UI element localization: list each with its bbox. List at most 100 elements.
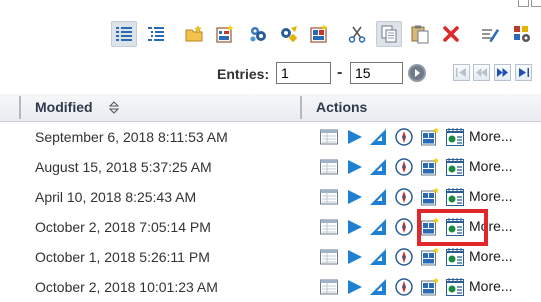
view-history-button[interactable] xyxy=(394,187,414,207)
more-actions-link[interactable]: More... xyxy=(469,128,513,144)
copy-button[interactable] xyxy=(376,21,402,47)
sort-icon[interactable] xyxy=(109,101,119,114)
add-to-dashboard-icon xyxy=(421,157,439,176)
table-row: August 15, 2018 5:37:25 AM More... xyxy=(0,152,541,182)
modified-date: October 2, 2018 7:05:14 PM xyxy=(35,219,211,235)
add-to-dashboard-button[interactable] xyxy=(420,187,440,207)
run-icon xyxy=(348,250,362,264)
view-history-button[interactable] xyxy=(394,157,414,177)
run-button[interactable] xyxy=(345,247,365,267)
run-button[interactable] xyxy=(345,157,365,177)
run-with-options-button[interactable] xyxy=(368,217,388,237)
properties-button[interactable] xyxy=(319,127,339,147)
properties-icon xyxy=(320,129,338,145)
go-icon xyxy=(408,64,426,82)
properties-icon xyxy=(320,219,338,235)
run-icon xyxy=(348,190,362,204)
schedule-report-button[interactable] xyxy=(445,247,465,267)
first-page-button[interactable] xyxy=(453,64,470,81)
view-history-button[interactable] xyxy=(394,277,414,297)
new-report-button[interactable] xyxy=(212,21,238,47)
last-page-button[interactable] xyxy=(515,64,532,81)
previous-page-button[interactable] xyxy=(473,64,490,81)
properties-button[interactable] xyxy=(319,187,339,207)
run-icon xyxy=(348,160,362,174)
column-header-actions: Actions xyxy=(316,99,368,115)
run-with-options-button[interactable] xyxy=(368,157,388,177)
highlight-annotation xyxy=(417,209,488,246)
previous-page-icon xyxy=(476,68,487,77)
add-to-dashboard-icon xyxy=(421,127,439,146)
delete-button[interactable] xyxy=(438,21,464,47)
entries-from-input[interactable] xyxy=(276,62,331,84)
schedule-report-icon xyxy=(446,188,464,206)
column-header-modified[interactable]: Modified xyxy=(35,99,93,115)
more-actions-link[interactable]: More... xyxy=(469,278,513,294)
schedule-report-icon xyxy=(446,128,464,146)
more-actions-link[interactable]: More... xyxy=(469,158,513,174)
set-properties-button[interactable] xyxy=(509,21,535,47)
properties-button[interactable] xyxy=(319,157,339,177)
view-history-button[interactable] xyxy=(394,217,414,237)
run-with-options-button[interactable] xyxy=(368,247,388,267)
view-history-button[interactable] xyxy=(394,127,414,147)
paste-icon xyxy=(411,25,429,44)
add-to-dashboard-button[interactable] xyxy=(420,127,440,147)
modified-date: October 2, 2018 10:01:23 AM xyxy=(35,279,218,295)
schedule-report-icon xyxy=(446,158,464,176)
more-actions-link[interactable]: More... xyxy=(469,188,513,204)
table-row: October 1, 2018 5:26:11 PM More... xyxy=(0,242,541,272)
run-button[interactable] xyxy=(345,277,365,297)
go-button[interactable] xyxy=(407,63,427,83)
run-button[interactable] xyxy=(345,217,365,237)
schedule-icon xyxy=(250,27,266,42)
new-folder-button[interactable] xyxy=(181,21,207,47)
add-to-dashboard-icon xyxy=(421,247,439,266)
schedule-report-button[interactable] xyxy=(445,277,465,297)
run-with-options-icon xyxy=(370,279,386,295)
view-history-icon xyxy=(395,128,413,146)
run-button[interactable] xyxy=(345,127,365,147)
run-with-options-button[interactable] xyxy=(368,277,388,297)
paste-button[interactable] xyxy=(407,21,433,47)
run-icon xyxy=(348,130,362,144)
table-row: September 6, 2018 8:11:53 AM More... xyxy=(0,122,541,152)
schedule-report-button[interactable] xyxy=(445,157,465,177)
new-folder-icon xyxy=(185,25,203,42)
properties-button[interactable] xyxy=(319,247,339,267)
pagination-bar: Entries: - xyxy=(0,60,541,88)
add-to-dashboard-button[interactable] xyxy=(420,157,440,177)
cut-icon xyxy=(348,26,366,43)
new-dashboard-button[interactable] xyxy=(306,21,332,47)
schedule-settings-icon xyxy=(281,26,298,43)
details-view-button[interactable] xyxy=(111,21,137,47)
window-corner-box xyxy=(518,0,529,7)
next-page-button[interactable] xyxy=(494,64,511,81)
tree-view-button[interactable] xyxy=(143,21,169,47)
properties-button[interactable] xyxy=(319,277,339,297)
add-to-dashboard-button[interactable] xyxy=(420,277,440,297)
schedule-report-button[interactable] xyxy=(445,127,465,147)
schedule-button[interactable] xyxy=(245,21,271,47)
run-with-options-button[interactable] xyxy=(368,127,388,147)
tree-view-icon xyxy=(148,27,164,41)
copy-icon xyxy=(381,25,397,43)
properties-button[interactable] xyxy=(319,217,339,237)
schedule-settings-button[interactable] xyxy=(276,21,302,47)
cut-button[interactable] xyxy=(344,21,370,47)
more-actions-link[interactable]: More... xyxy=(469,248,513,264)
modified-date: April 10, 2018 8:25:43 AM xyxy=(35,189,197,205)
toolbar xyxy=(0,0,541,58)
edit-properties-button[interactable] xyxy=(477,21,503,47)
add-to-dashboard-button[interactable] xyxy=(420,247,440,267)
last-page-icon xyxy=(519,68,529,77)
run-button[interactable] xyxy=(345,187,365,207)
table-row: October 2, 2018 10:01:23 AM More... xyxy=(0,272,541,302)
view-history-button[interactable] xyxy=(394,247,414,267)
view-history-icon xyxy=(395,278,413,296)
schedule-report-button[interactable] xyxy=(445,187,465,207)
run-with-options-button[interactable] xyxy=(368,187,388,207)
entries-to-input[interactable] xyxy=(350,62,403,84)
properties-icon xyxy=(320,249,338,265)
modified-date: October 1, 2018 5:26:11 PM xyxy=(35,249,210,265)
